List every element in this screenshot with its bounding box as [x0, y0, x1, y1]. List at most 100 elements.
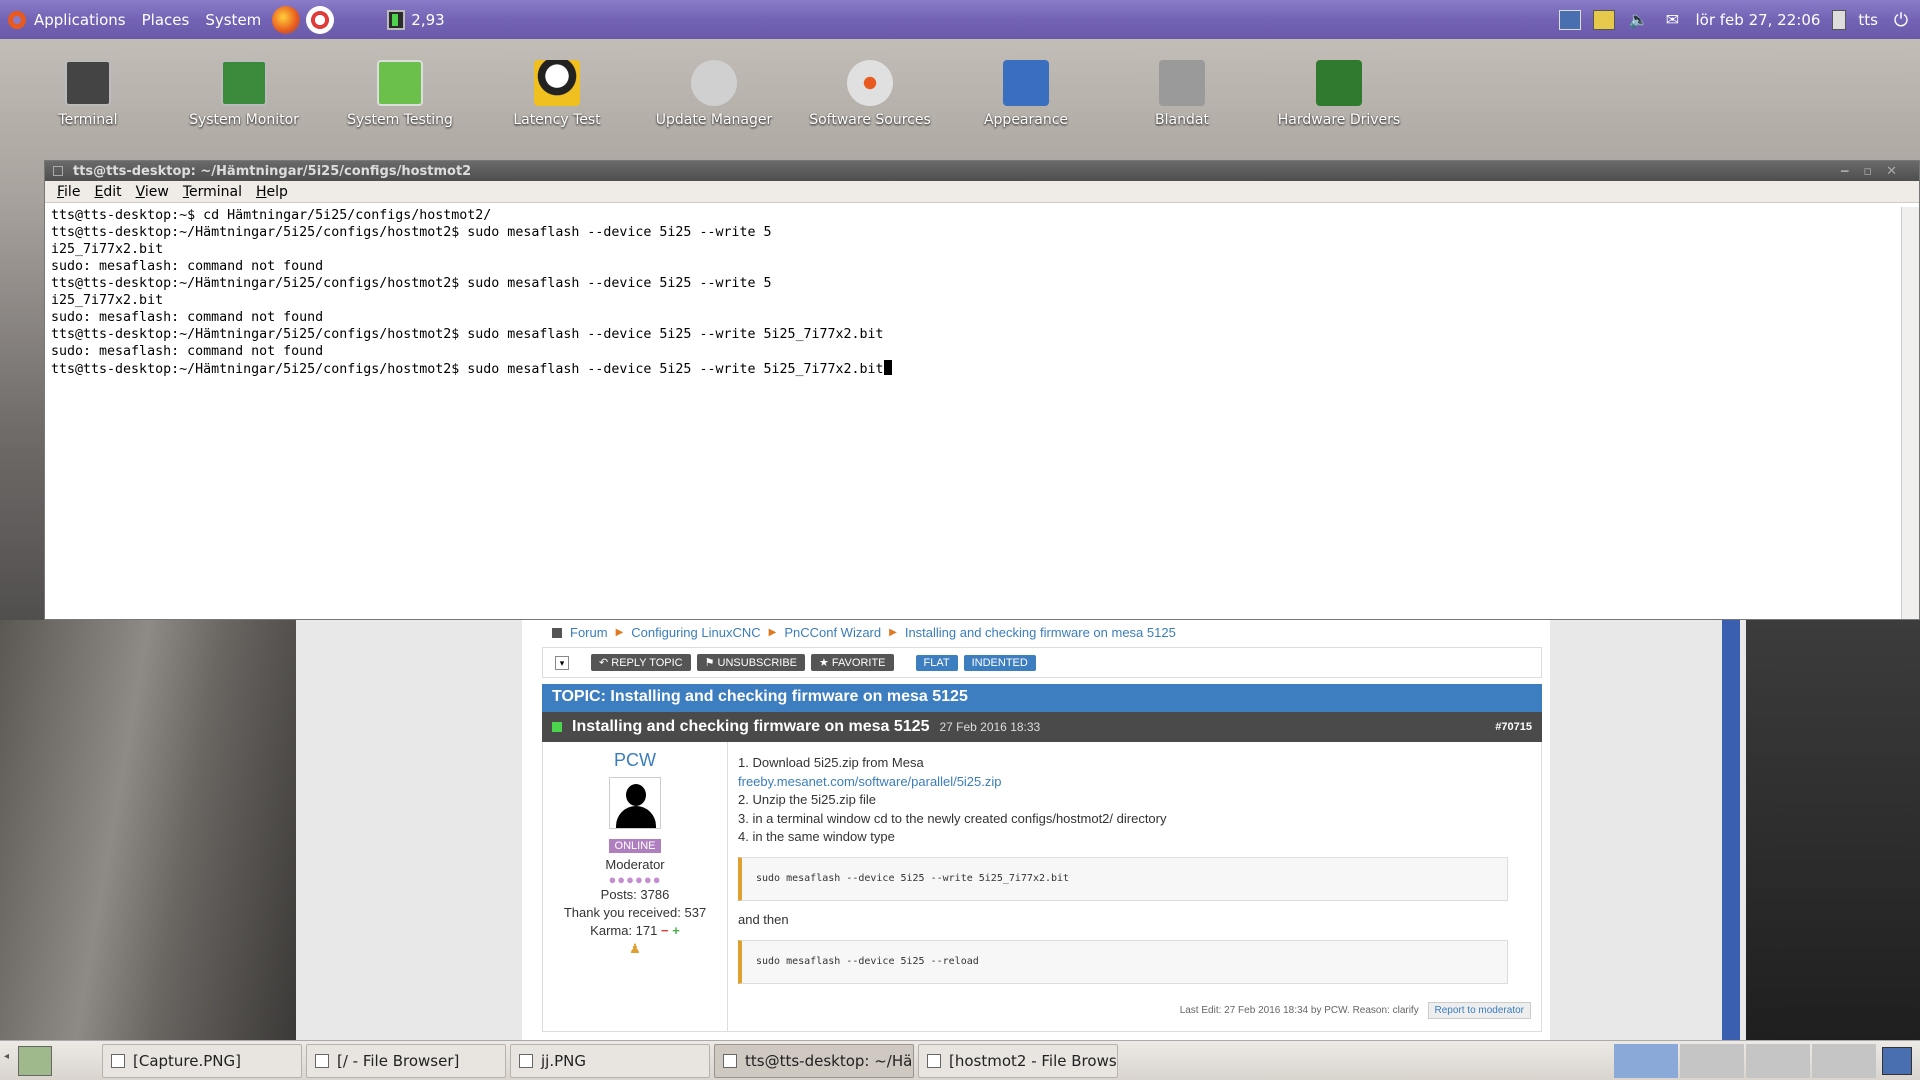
desktop-icon-blandat[interactable]: Blandat — [1107, 60, 1257, 128]
unsubscribe-button[interactable]: ⚑ UNSUBSCRIBE — [696, 654, 805, 671]
topic-title: TOPIC: Installing and checking firmware … — [542, 684, 1542, 712]
network-icon[interactable] — [1559, 9, 1582, 30]
bottom-taskbar: ◂ [Capture.PNG] [/ - File Browser] jj.PN… — [0, 1040, 1920, 1080]
terminal-menubar: File Edit View Terminal Help — [45, 181, 1919, 203]
task-label: jj.PNG — [541, 1051, 586, 1070]
user-posts: Posts: 3786 — [600, 887, 670, 902]
rank-stars-icon: ●●●●●● — [608, 872, 662, 887]
task-file-browser-hostmot2[interactable]: [hostmot2 - File Brows... — [918, 1043, 1118, 1078]
file-browser-icon — [927, 1053, 941, 1068]
menu-view[interactable]: View — [136, 184, 169, 200]
cpu-indicator[interactable]: 2,93 — [387, 9, 445, 30]
mesa-download-link[interactable]: freeby.mesanet.com/software/parallel/5i2… — [738, 774, 1002, 789]
post-number[interactable]: #70715 — [1495, 721, 1532, 733]
post-title: Installing and checking firmware on mesa… — [572, 718, 930, 735]
desktop-icon-label: Blandat — [1155, 112, 1209, 128]
menu-edit[interactable]: Edit — [94, 184, 121, 200]
terminal-current-line: tts@tts-desktop:~/Hämtningar/5i25/config… — [51, 360, 1899, 378]
top-panel: Applications Places System 2,93 🔈 ✉ lör … — [0, 0, 1920, 39]
karma-plus-icon[interactable]: + — [672, 923, 680, 938]
desktop-icon-terminal[interactable]: Terminal — [13, 60, 163, 128]
breadcrumb-topic[interactable]: Installing and checking firmware on mesa… — [905, 625, 1176, 640]
menu-applications[interactable]: Applications — [26, 11, 134, 29]
browser-scrollbar[interactable] — [1722, 618, 1740, 1040]
favorite-button[interactable]: ★ FAVORITE — [811, 654, 894, 671]
karma-minus-icon[interactable]: − — [661, 923, 669, 938]
workspace-4[interactable] — [1812, 1043, 1876, 1078]
desktop-icon-system-monitor[interactable]: System Monitor — [169, 60, 319, 128]
breadcrumb-pncconf[interactable]: PnCConf Wizard — [784, 625, 881, 640]
terminal-line: tts@tts-desktop:~$ cd Hämtningar/5i25/co… — [51, 208, 492, 223]
desktop-icon-update-manager[interactable]: Update Manager — [639, 60, 789, 128]
breadcrumb-separator-icon: ▶ — [615, 627, 624, 638]
last-edit-row: Last Edit: 27 Feb 2016 18:34 by PCW. Rea… — [738, 1002, 1531, 1021]
trash-icon[interactable] — [1882, 1046, 1912, 1075]
online-badge: ONLINE — [608, 839, 662, 853]
terminal-titlebar[interactable]: tts@tts-desktop: ~/Hämtningar/5i25/confi… — [45, 161, 1919, 181]
window-controls[interactable]: ‒▫✕ — [1840, 164, 1911, 179]
show-desktop-icon[interactable] — [18, 1045, 52, 1076]
menu-help[interactable]: Help — [256, 184, 288, 200]
menu-file[interactable]: File — [57, 184, 80, 200]
chevron-down-icon[interactable]: ▾ — [555, 655, 569, 670]
wallpaper-right — [1740, 620, 1920, 1040]
breadcrumb-forum[interactable]: Forum — [570, 625, 608, 640]
terminal-output[interactable]: tts@tts-desktop:~$ cd Hämtningar/5i25/co… — [51, 207, 1899, 619]
avatar[interactable] — [609, 777, 661, 829]
wallpaper-road — [0, 620, 300, 1040]
workspace-2[interactable] — [1680, 1043, 1744, 1078]
menu-terminal[interactable]: Terminal — [183, 184, 242, 200]
terminal-line: i25_7i77x2.bit — [51, 293, 164, 308]
menu-places[interactable]: Places — [134, 11, 198, 29]
menu-system[interactable]: System — [197, 11, 269, 29]
display-icon[interactable] — [1593, 9, 1616, 30]
terminal-scrollbar[interactable] — [1901, 207, 1919, 619]
help-launcher-icon[interactable] — [306, 5, 335, 34]
desktop-icon-system-testing[interactable]: System Testing — [325, 60, 475, 128]
desktop-icon-hardware-drivers[interactable]: Hardware Drivers — [1264, 60, 1414, 128]
volume-icon[interactable]: 🔈 — [1627, 10, 1649, 30]
last-edit-text: Last Edit: 27 Feb 2016 18:34 by PCW. Rea… — [1179, 1005, 1419, 1016]
post-username[interactable]: PCW — [543, 750, 727, 771]
code-block: sudo mesaflash --device 5i25 --write 5i2… — [738, 856, 1508, 901]
report-to-moderator-button[interactable]: Report to moderator — [1427, 1002, 1531, 1019]
window-menu-icon[interactable] — [53, 166, 63, 176]
user-karma-row: Karma: 171 − + — [543, 923, 727, 938]
indented-button[interactable]: INDENTED — [963, 654, 1036, 671]
clock[interactable]: lör feb 27, 22:06 — [1695, 11, 1820, 29]
workspace-switcher[interactable] — [1614, 1043, 1876, 1078]
workspace-1[interactable] — [1614, 1043, 1678, 1078]
taskbar-left-arrow-icon[interactable]: ◂ — [4, 1051, 10, 1071]
firefox-launcher-icon[interactable] — [272, 5, 301, 34]
folder-icon — [1159, 60, 1205, 106]
desktop-icon-label: Update Manager — [655, 112, 773, 128]
terminal-window: tts@tts-desktop: ~/Hämtningar/5i25/confi… — [44, 160, 1920, 620]
terminal-input[interactable]: tts@tts-desktop:~/Hämtningar/5i25/config… — [51, 362, 884, 377]
task-file-browser-root[interactable]: [/ - File Browser] — [306, 1043, 506, 1078]
power-icon[interactable]: ⏻ — [1890, 10, 1912, 31]
flat-button[interactable]: FLAT — [915, 654, 958, 671]
breadcrumb-separator-icon: ▶ — [889, 627, 897, 638]
unsubscribe-label: UNSUBSCRIBE — [717, 657, 797, 669]
cpu-meter-icon — [387, 9, 406, 30]
task-terminal[interactable]: tts@tts-desktop: ~/Hä... — [714, 1043, 914, 1078]
terminal-line: sudo: mesaflash: command not found — [51, 344, 324, 359]
task-capture[interactable]: [Capture.PNG] — [102, 1043, 302, 1078]
desktop-icon-appearance[interactable]: Appearance — [951, 60, 1101, 128]
update-manager-icon — [691, 60, 737, 106]
mail-icon[interactable]: ✉ — [1661, 10, 1683, 30]
task-jj[interactable]: jj.PNG — [510, 1043, 710, 1078]
user-name[interactable]: tts — [1858, 11, 1878, 29]
workspace-3[interactable] — [1746, 1043, 1810, 1078]
desktop-icon-label: Terminal — [58, 112, 118, 128]
system-tray: 🔈 ✉ lör feb 27, 22:06 tts ⏻ — [1559, 0, 1920, 39]
breadcrumb-configuring[interactable]: Configuring LinuxCNC — [631, 625, 760, 640]
ubuntu-logo-icon[interactable] — [8, 10, 26, 29]
desktop-icon-latency-test[interactable]: Latency Test — [482, 60, 632, 128]
desktop-icon-software-sources[interactable]: Software Sources — [795, 60, 945, 128]
terminal-icon — [65, 60, 111, 106]
reply-topic-button[interactable]: ↶ REPLY TOPIC — [591, 654, 691, 671]
user-profile: PCW ONLINE Moderator ●●●●●● Posts: 3786 … — [543, 742, 728, 1031]
post-link[interactable]: freeby.mesanet.com/software/parallel/5i2… — [738, 773, 1531, 792]
task-label: [hostmot2 - File Brows... — [949, 1051, 1118, 1070]
